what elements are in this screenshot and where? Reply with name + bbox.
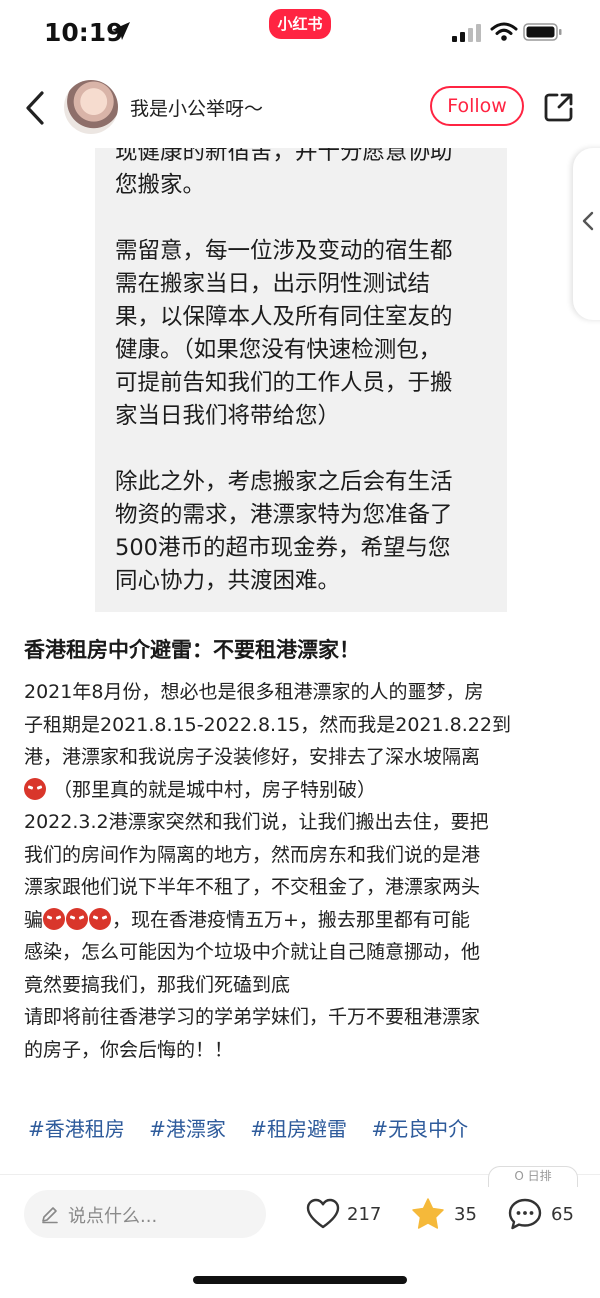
body-line-text: （那里真的就是城中村，房子特别破）	[53, 778, 377, 801]
angry-face-emoji-icon	[89, 907, 112, 930]
comment-button[interactable]: 65	[507, 1196, 577, 1232]
app-logo: 小红书	[269, 9, 331, 39]
body-line: 感染，怎么可能因为个垃圾中介就让自己随意挪动，他	[24, 941, 481, 963]
side-drawer-handle[interactable]	[573, 148, 600, 320]
angry-face-emoji-icon	[24, 777, 46, 800]
like-button[interactable]: 217	[305, 1196, 385, 1232]
pencil-icon	[42, 1207, 58, 1224]
battery-icon	[523, 23, 562, 41]
post-body: 2021年8月份，想必也是很多租港漂家的人的噩梦，房 子租期是2021.8.15…	[24, 676, 580, 1066]
follow-button[interactable]: Follow	[430, 86, 524, 126]
body-line-text: ，现在香港疫情五万+，搬去那里都有可能	[112, 908, 470, 931]
share-icon[interactable]	[543, 91, 575, 123]
location-arrow-icon	[112, 22, 130, 40]
angry-face-emoji-icon	[66, 907, 89, 930]
body-line: 港，港漂家和我说房子没装修好，安排去了深水坡隔离	[24, 746, 481, 768]
chevron-left-icon	[582, 211, 594, 231]
body-line: 我们的房间作为隔离的地方，然而房东和我们说的是港	[24, 843, 481, 866]
notice-paragraph: 需留意，每一位涉及变动的宿生都 需在搬家当日，出示阴性测试结 果，以保障本人及所…	[115, 238, 453, 429]
floating-pill[interactable]: Ο 日排	[488, 1166, 578, 1187]
back-arrow-icon[interactable]	[22, 90, 48, 126]
like-count: 217	[347, 1204, 382, 1225]
collect-button[interactable]: 35	[410, 1196, 480, 1232]
body-line: 请即将前往香港学习的学弟学妹们，千万不要租港漂家	[24, 1006, 481, 1028]
body-line: 竟然要搞我们，那我们死磕到底	[24, 973, 291, 996]
hashtag[interactable]: #港漂家	[149, 1117, 226, 1141]
body-line: 的房子，你会后悔的！！	[24, 1038, 234, 1061]
body-line: （那里真的就是城中村，房子特别破）	[24, 774, 580, 807]
hashtag[interactable]: #香港租房	[28, 1117, 125, 1141]
body-line: 漂家跟他们说下半年不租了，不交租金了，港漂家两头	[24, 876, 481, 898]
post-image[interactable]: 现健康的新宿舍，并十分愿意协助 您搬家。 需留意，每一位涉及变动的宿生都 需在搬…	[0, 148, 600, 612]
body-line-text: 骗	[24, 908, 44, 931]
comment-count: 65	[551, 1204, 574, 1225]
collect-count: 35	[454, 1204, 477, 1225]
heart-icon	[306, 1198, 340, 1229]
comment-bubble-icon	[508, 1198, 542, 1230]
cellular-signal-icon	[452, 24, 481, 42]
wifi-icon	[490, 22, 518, 41]
author-avatar[interactable]	[64, 80, 118, 134]
notice-paragraph: 除此之外，考虑搬家之后会有生活 物资的需求，港漂家特为您准备了 500港币的超市…	[115, 469, 453, 594]
hashtag[interactable]: #无良中介	[371, 1117, 468, 1141]
comment-placeholder: 说点什么...	[68, 1206, 158, 1227]
body-line: 子租期是2021.8.15-2022.8.15，然而我是2021.8.22到	[24, 713, 511, 736]
notice-text: 现健康的新宿舍，并十分愿意协助 您搬家。 需留意，每一位涉及变动的宿生都 需在搬…	[115, 148, 505, 612]
comment-input[interactable]: 说点什么...	[24, 1190, 266, 1238]
hashtag-list: #香港租房 #港漂家 #租房避雷 #无良中介	[28, 1113, 486, 1142]
star-icon	[412, 1198, 444, 1229]
hashtag[interactable]: #租房避雷	[250, 1117, 347, 1141]
body-line: 2022.3.2港漂家突然和我们说，让我们搬出去住，要把	[24, 811, 489, 833]
post-title: 香港租房中介避雷：不要租港漂家！	[24, 638, 360, 662]
notice-paragraph: 现健康的新宿舍，并十分愿意协助 您搬家。	[115, 148, 453, 198]
home-indicator[interactable]	[193, 1276, 407, 1284]
status-bar: 10:19 小红书	[0, 0, 600, 68]
body-line: 骗 ，现在香港疫情五万+，搬去那里都有可能	[24, 904, 580, 937]
angry-face-emoji-icon	[43, 907, 66, 930]
body-line: 2021年8月份，想必也是很多租港漂家的人的噩梦，房	[24, 681, 484, 703]
post-header: 我是小公举呀～ Follow	[0, 68, 600, 148]
author-name[interactable]: 我是小公举呀～	[130, 94, 263, 121]
